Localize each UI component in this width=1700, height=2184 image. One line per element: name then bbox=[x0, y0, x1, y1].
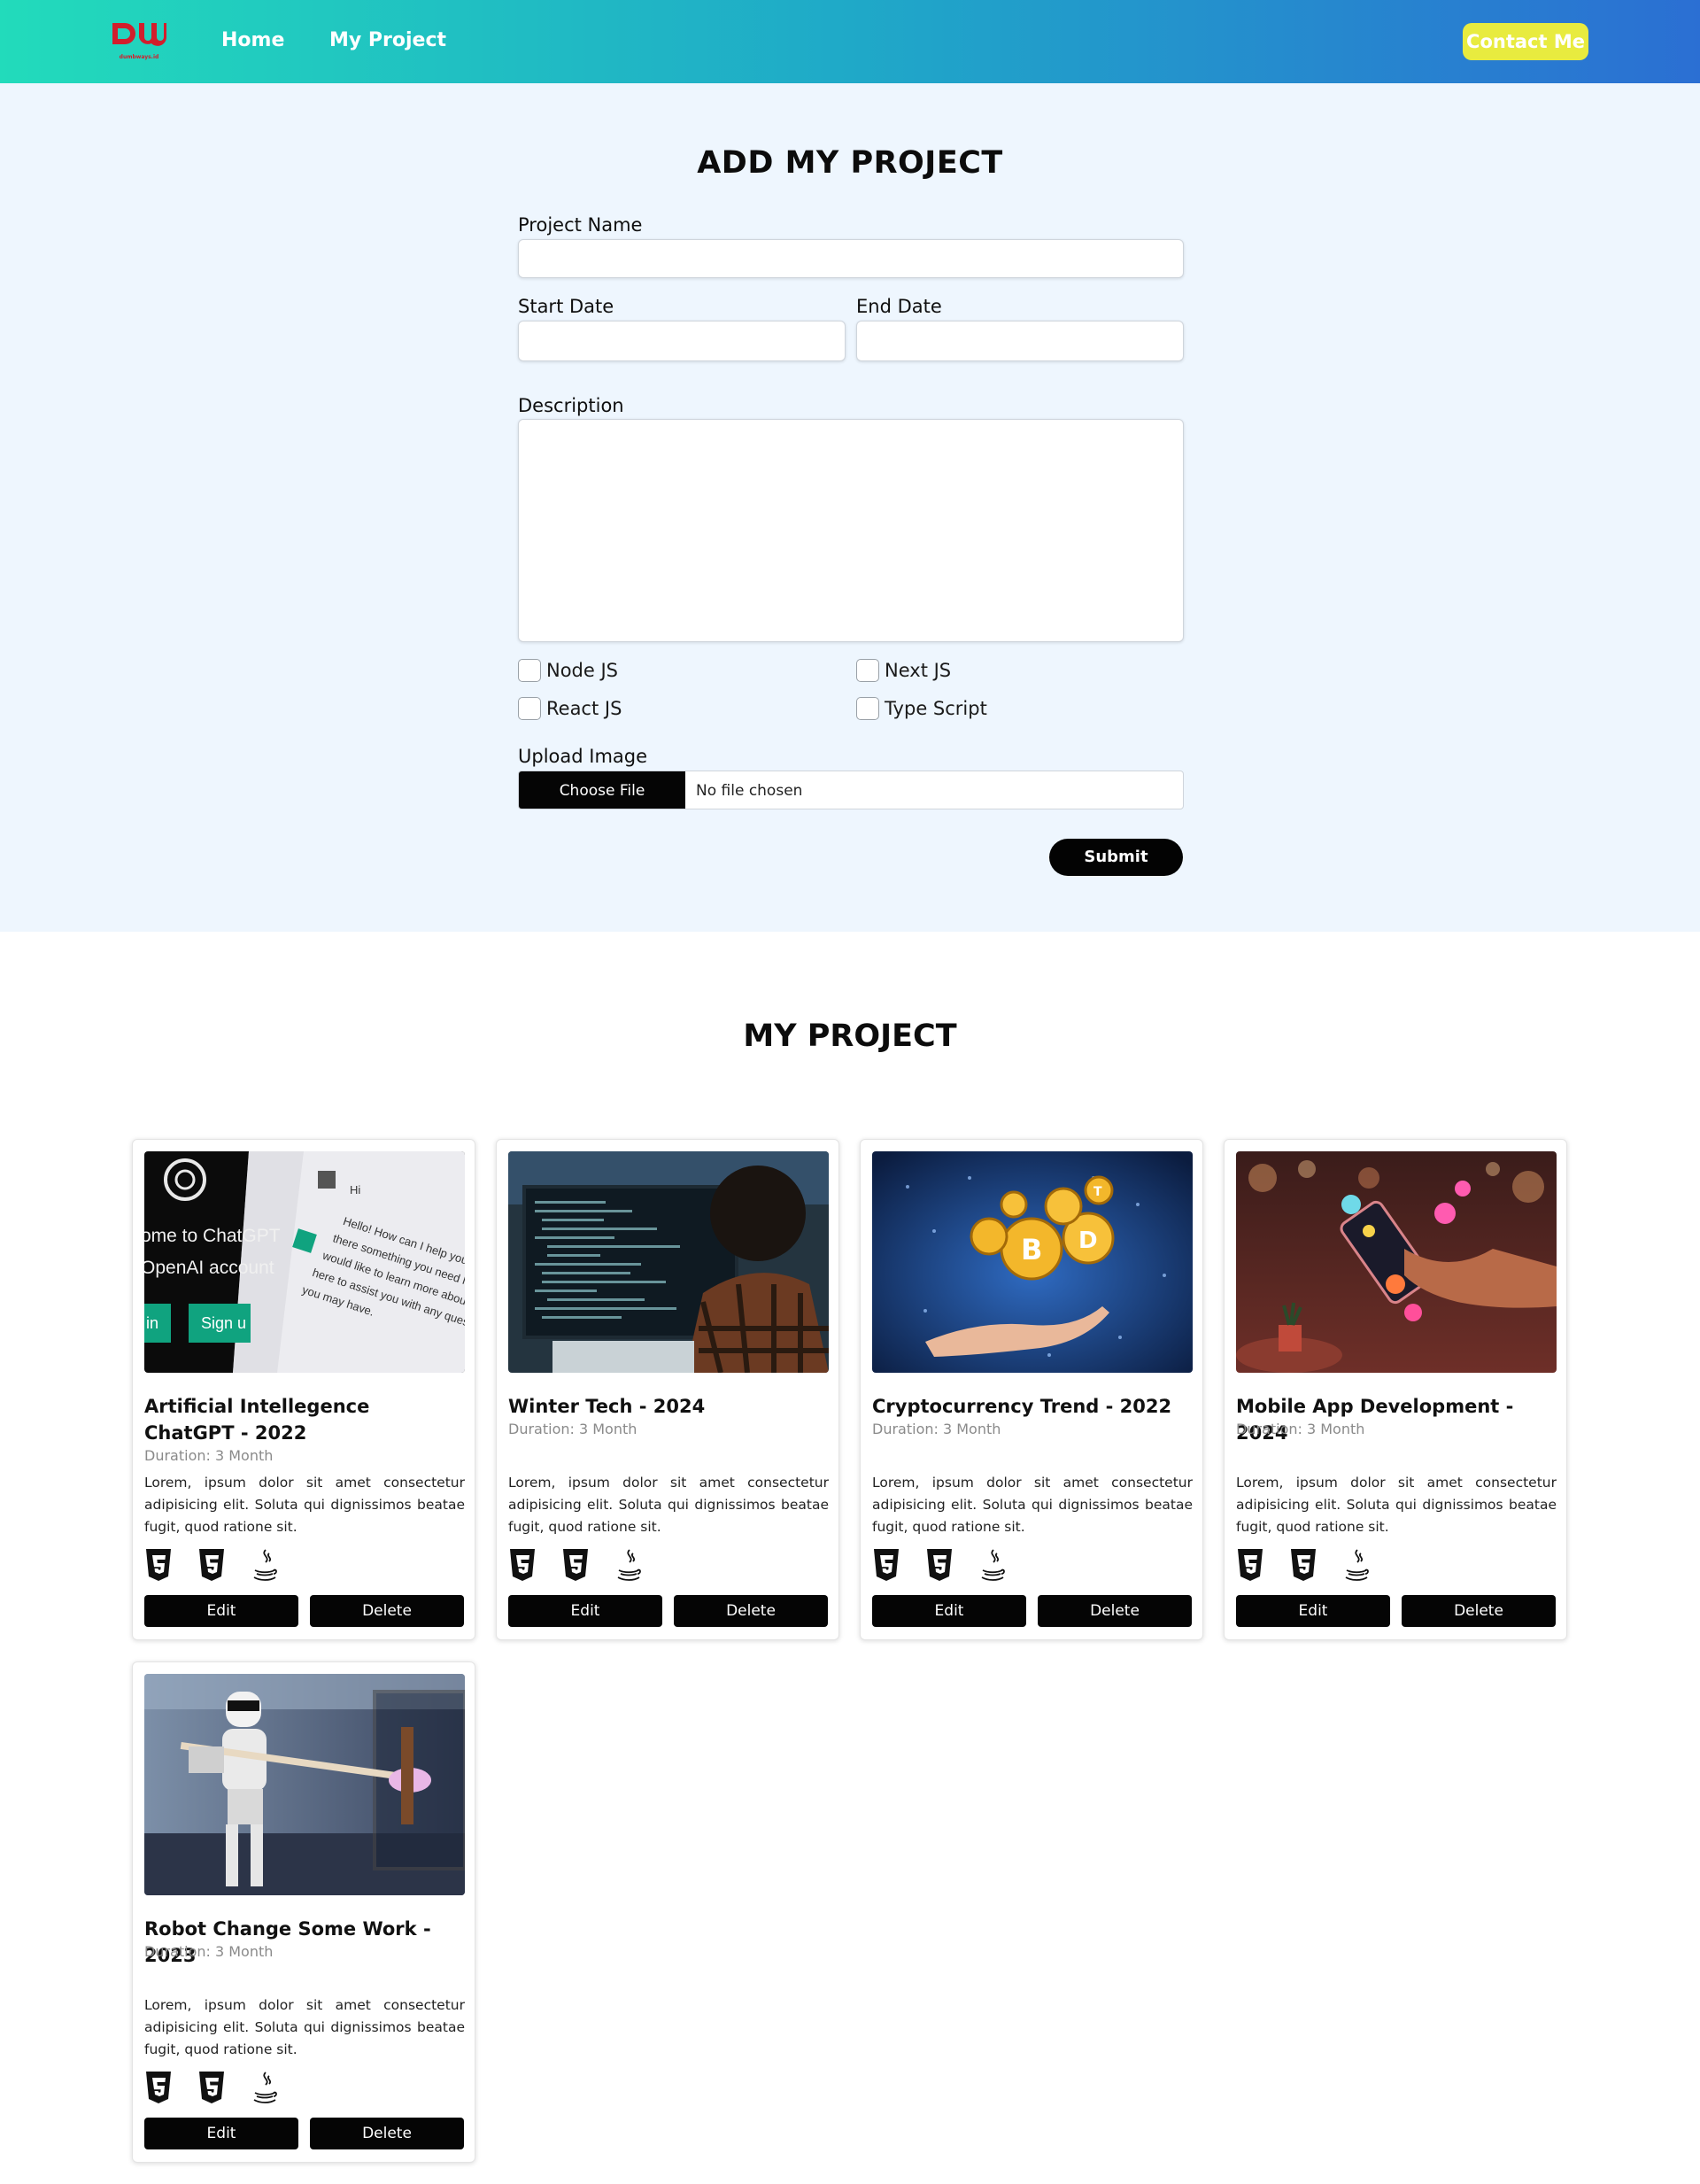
css3-icon bbox=[1291, 1549, 1316, 1581]
svg-text:Hi: Hi bbox=[350, 1183, 360, 1197]
tech-icons bbox=[872, 1547, 1049, 1586]
project-card[interactable]: Winter Tech - 2024 Duration: 3 Month Lor… bbox=[496, 1139, 839, 1640]
tech-icons bbox=[144, 1547, 321, 1586]
project-duration: Duration: 3 Month bbox=[144, 1943, 274, 1960]
project-description: Lorem, ipsum dolor sit amet consectetur … bbox=[872, 1475, 1193, 1535]
description-label: Description bbox=[518, 395, 624, 416]
tech-icons bbox=[144, 2070, 321, 2109]
my-project-title: MY PROJECT bbox=[743, 1018, 957, 1054]
edit-button[interactable]: Edit bbox=[508, 1595, 662, 1627]
next-js-checkbox[interactable] bbox=[856, 659, 879, 682]
file-status-text: No file chosen bbox=[696, 782, 803, 800]
edit-button[interactable]: Edit bbox=[144, 2118, 298, 2149]
next-js-label: Next JS bbox=[885, 660, 952, 681]
project-name-label: Project Name bbox=[518, 214, 643, 236]
java-icon bbox=[617, 1549, 641, 1581]
delete-button[interactable]: Delete bbox=[674, 1595, 828, 1627]
html5-icon bbox=[874, 1549, 899, 1581]
project-image-robot bbox=[144, 1674, 465, 1895]
project-card[interactable]: Robot Change Some Work - 2023 Duration: … bbox=[132, 1661, 475, 2163]
tech-icons bbox=[1236, 1547, 1413, 1586]
svg-text:OpenAI account: OpenAI account bbox=[144, 1258, 274, 1278]
svg-text:B: B bbox=[1021, 1233, 1042, 1266]
project-title: Artificial Intellegence ChatGPT - 2022 bbox=[144, 1396, 370, 1444]
java-icon bbox=[981, 1549, 1005, 1581]
html5-icon bbox=[146, 2072, 171, 2103]
project-card[interactable]: B D T Cryptocurrency Trend - 2022 Durati… bbox=[860, 1139, 1203, 1640]
type-script-label: Type Script bbox=[885, 698, 987, 719]
project-title: Cryptocurrency Trend - 2022 bbox=[872, 1396, 1172, 1417]
delete-button[interactable]: Delete bbox=[310, 2118, 464, 2149]
navbar: dumbways.id Home My Project Contact Me bbox=[0, 0, 1700, 83]
project-description: Lorem, ipsum dolor sit amet consectetur … bbox=[1236, 1475, 1557, 1535]
end-date-input[interactable] bbox=[856, 321, 1184, 361]
submit-button[interactable]: Submit bbox=[1049, 839, 1183, 876]
edit-button[interactable]: Edit bbox=[872, 1595, 1026, 1627]
css3-icon bbox=[199, 1549, 224, 1581]
type-script-checkbox[interactable] bbox=[856, 697, 879, 720]
project-duration: Duration: 3 Month bbox=[1236, 1421, 1365, 1437]
svg-text:ome to ChatGPT: ome to ChatGPT bbox=[144, 1226, 281, 1246]
tech-option-react-js[interactable]: React JS bbox=[518, 696, 622, 721]
project-description: Lorem, ipsum dolor sit amet consectetur … bbox=[144, 1997, 465, 2057]
project-image-mobile-app bbox=[1236, 1151, 1557, 1373]
project-image-winter-tech bbox=[508, 1151, 829, 1373]
tech-icons bbox=[508, 1547, 685, 1586]
dw-logo-icon bbox=[112, 23, 166, 46]
svg-text:T: T bbox=[1093, 1185, 1102, 1199]
edit-button[interactable]: Edit bbox=[1236, 1595, 1390, 1627]
description-textarea[interactable] bbox=[518, 419, 1184, 642]
delete-button[interactable]: Delete bbox=[310, 1595, 464, 1627]
add-project-section: ADD MY PROJECT Project Name Start Date E… bbox=[0, 83, 1700, 932]
edit-button[interactable]: Edit bbox=[144, 1595, 298, 1627]
nav-home-link[interactable]: Home bbox=[221, 29, 284, 51]
css3-icon bbox=[199, 2072, 224, 2103]
svg-text:in: in bbox=[146, 1314, 158, 1332]
react-js-label: React JS bbox=[546, 698, 622, 719]
start-date-input[interactable] bbox=[518, 321, 846, 361]
node-js-checkbox[interactable] bbox=[518, 659, 541, 682]
tech-option-next-js[interactable]: Next JS bbox=[856, 658, 951, 683]
project-image-crypto: B D T bbox=[872, 1151, 1193, 1373]
project-title: Winter Tech - 2024 bbox=[508, 1396, 706, 1417]
project-image-chatgpt: ome to ChatGPT OpenAI account in Sign u … bbox=[144, 1151, 465, 1373]
project-duration: Duration: 3 Month bbox=[508, 1421, 638, 1437]
start-date-label: Start Date bbox=[518, 296, 614, 317]
java-icon bbox=[253, 1549, 277, 1581]
project-card[interactable]: Mobile App Development - 2024 Duration: … bbox=[1224, 1139, 1567, 1640]
choose-file-button[interactable]: Choose File bbox=[519, 771, 685, 809]
java-icon bbox=[253, 2072, 277, 2103]
delete-button[interactable]: Delete bbox=[1402, 1595, 1556, 1627]
react-js-checkbox[interactable] bbox=[518, 697, 541, 720]
upload-image-input[interactable]: Choose File No file chosen bbox=[518, 771, 1184, 809]
project-name-input[interactable] bbox=[518, 239, 1184, 278]
css3-icon bbox=[927, 1549, 952, 1581]
node-js-label: Node JS bbox=[546, 660, 619, 681]
form-title: ADD MY PROJECT bbox=[697, 145, 1003, 181]
upload-image-label: Upload Image bbox=[518, 746, 648, 767]
contact-me-button[interactable]: Contact Me bbox=[1463, 23, 1588, 60]
project-description: Lorem, ipsum dolor sit amet consectetur … bbox=[508, 1475, 829, 1535]
project-duration: Duration: 3 Month bbox=[144, 1447, 274, 1464]
brand-logo[interactable]: dumbways.id bbox=[111, 19, 167, 60]
logo-text: dumbways.id bbox=[119, 54, 159, 60]
project-title: Robot Change Some Work - 2023 bbox=[144, 1918, 431, 1966]
java-icon bbox=[1345, 1549, 1369, 1581]
css3-icon bbox=[563, 1549, 588, 1581]
project-description: Lorem, ipsum dolor sit amet consectetur … bbox=[144, 1475, 465, 1535]
project-title: Mobile App Development - 2024 bbox=[1236, 1396, 1514, 1444]
html5-icon bbox=[146, 1549, 171, 1581]
html5-icon bbox=[1238, 1549, 1263, 1581]
svg-text:Sign u: Sign u bbox=[201, 1314, 246, 1332]
delete-button[interactable]: Delete bbox=[1038, 1595, 1192, 1627]
tech-option-node-js[interactable]: Node JS bbox=[518, 658, 618, 683]
svg-text:D: D bbox=[1078, 1228, 1098, 1254]
nav-my-project-link[interactable]: My Project bbox=[329, 29, 446, 51]
project-card[interactable]: ome to ChatGPT OpenAI account in Sign u … bbox=[132, 1139, 475, 1640]
project-duration: Duration: 3 Month bbox=[872, 1421, 1001, 1437]
tech-option-type-script[interactable]: Type Script bbox=[856, 696, 987, 721]
html5-icon bbox=[510, 1549, 535, 1581]
end-date-label: End Date bbox=[856, 296, 942, 317]
